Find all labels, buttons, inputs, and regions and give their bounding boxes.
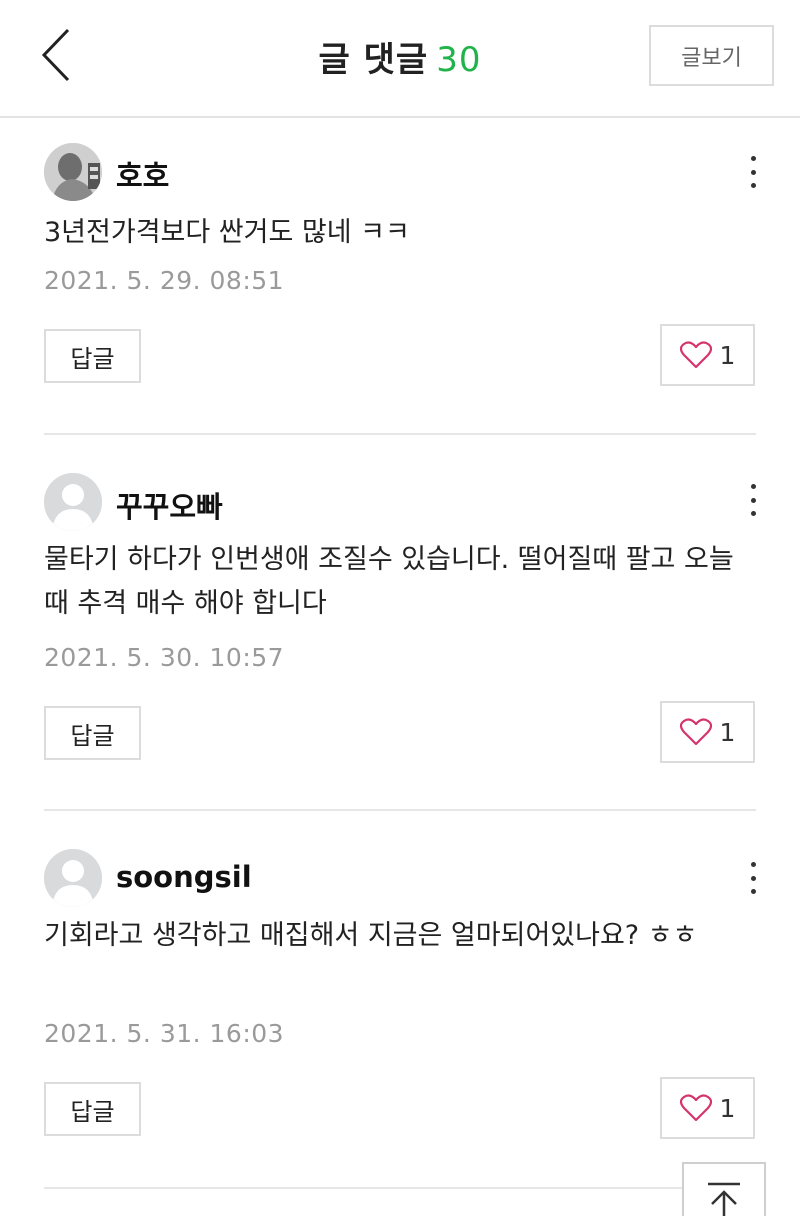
comment-date: 2021. 5. 30. 10:57: [44, 643, 285, 672]
like-button[interactable]: 1: [660, 701, 755, 763]
like-count: 1: [719, 340, 736, 370]
divider: [44, 1187, 756, 1189]
comment-count: 30: [436, 40, 482, 80]
view-post-button[interactable]: 글보기: [649, 25, 774, 86]
reply-button[interactable]: 답글: [44, 329, 141, 383]
avatar[interactable]: [44, 143, 102, 201]
comment-author: soongsil: [116, 860, 252, 894]
like-count: 1: [719, 1093, 736, 1123]
avatar[interactable]: [44, 849, 102, 907]
comment-date: 2021. 5. 29. 08:51: [44, 266, 285, 295]
more-options-button[interactable]: [738, 152, 768, 192]
divider: [44, 433, 756, 435]
heart-icon: [679, 1094, 712, 1122]
comment-body: 기회라고 생각하고 매집해서 지금은 얼마되어있나요? ㅎㅎ: [44, 920, 698, 951]
comment-date: 2021. 5. 31. 16:03: [44, 1019, 285, 1048]
comment-body: 물타기 하다가 인번생애 조질수 있습니다. 떨어질때 팔고 오늘때 추격 매수…: [44, 544, 734, 619]
more-vertical-icon: [750, 484, 756, 489]
more-options-button[interactable]: [738, 480, 768, 520]
comment-author: 꾸꾸오빠: [116, 490, 223, 524]
heart-icon: [679, 341, 712, 369]
like-button[interactable]: 1: [660, 1077, 755, 1139]
header: 글 댓글 30 글보기: [0, 0, 800, 118]
page-title-label: 글 댓글: [318, 40, 429, 80]
more-vertical-icon: [750, 156, 756, 161]
divider: [44, 809, 756, 811]
comment-body: 3년전가격보다 싼거도 많네 ㅋㅋ: [44, 217, 410, 248]
arrow-up-icon: [708, 1182, 740, 1216]
avatar[interactable]: [44, 473, 102, 531]
more-options-button[interactable]: [738, 858, 768, 898]
more-vertical-icon: [750, 862, 756, 867]
like-count: 1: [719, 717, 736, 747]
reply-button[interactable]: 답글: [44, 1082, 141, 1136]
comment-author: 호호: [116, 159, 170, 193]
reply-button[interactable]: 답글: [44, 706, 141, 760]
scroll-to-top-button[interactable]: [682, 1162, 766, 1216]
heart-icon: [679, 718, 712, 746]
like-button[interactable]: 1: [660, 324, 755, 386]
